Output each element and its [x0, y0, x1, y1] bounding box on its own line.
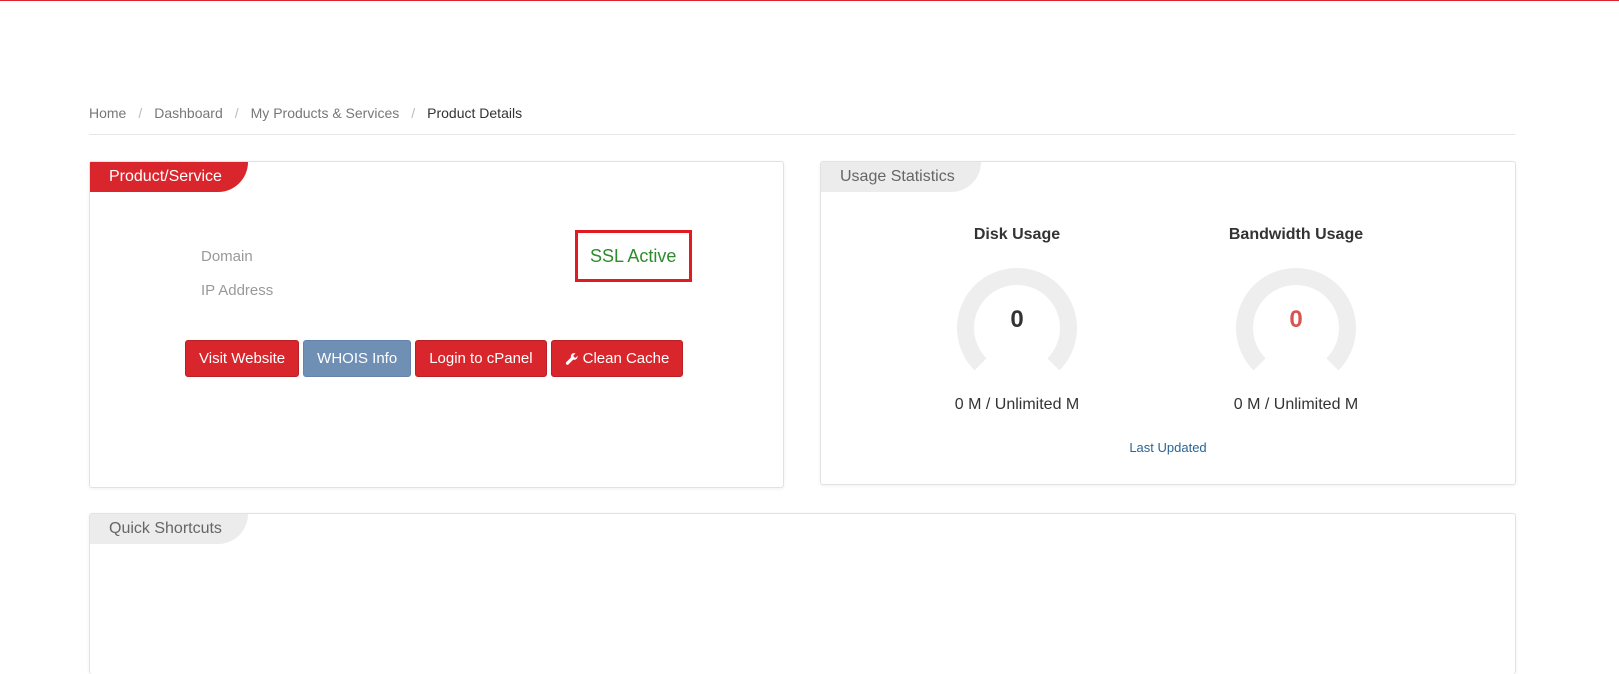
bandwidth-usage-gauge: 0 [1230, 262, 1362, 394]
ip-address-label: IP Address [201, 282, 274, 299]
clean-cache-button[interactable]: Clean Cache [550, 340, 684, 377]
breadcrumb-home[interactable]: Home [89, 105, 126, 121]
breadcrumb-divider [89, 134, 1515, 135]
product-actions: Visit Website WHOIS Info Login to cPanel… [185, 340, 684, 377]
breadcrumb-current: Product Details [427, 105, 523, 121]
quick-shortcuts-panel: Quick Shortcuts [89, 513, 1516, 674]
login-cpanel-button[interactable]: Login to cPanel [415, 340, 547, 377]
disk-usage-section: Disk Usage 0 0 M / Unlimited M [897, 226, 1137, 414]
usage-statistics-panel: Usage Statistics Disk Usage 0 0 M / Unli… [820, 161, 1516, 485]
disk-usage-value: 0 [1010, 306, 1024, 333]
usage-statistics-title: Usage Statistics [821, 162, 981, 192]
breadcrumb-products-services[interactable]: My Products & Services [251, 105, 400, 121]
visit-website-button[interactable]: Visit Website [185, 340, 300, 377]
bandwidth-usage-value: 0 [1289, 306, 1303, 333]
breadcrumb-separator: / [138, 105, 143, 121]
ssl-status: SSL Active [590, 245, 677, 266]
visit-website-label: Visit Website [199, 350, 286, 367]
bandwidth-usage-caption: 0 M / Unlimited M [1233, 396, 1359, 413]
login-cpanel-label: Login to cPanel [429, 350, 533, 367]
disk-usage-caption: 0 M / Unlimited M [954, 396, 1080, 413]
wrench-icon [565, 352, 578, 365]
product-service-title: Product/Service [90, 162, 248, 192]
whois-info-button[interactable]: WHOIS Info [303, 340, 412, 377]
disk-usage-title: Disk Usage [973, 226, 1061, 243]
clean-cache-label: Clean Cache [582, 350, 670, 367]
breadcrumb-dashboard[interactable]: Dashboard [154, 105, 223, 121]
product-service-panel: Product/Service Domain IP Address SSL Ac… [89, 161, 784, 488]
bandwidth-usage-section: Bandwidth Usage 0 0 M / Unlimited M [1176, 226, 1416, 414]
whois-info-label: WHOIS Info [317, 350, 398, 367]
top-accent-line [0, 0, 1619, 1]
breadcrumb-separator: / [411, 105, 416, 121]
bandwidth-usage-title: Bandwidth Usage [1228, 226, 1364, 243]
disk-usage-gauge: 0 [951, 262, 1083, 394]
domain-label: Domain [201, 248, 253, 265]
quick-shortcuts-title: Quick Shortcuts [90, 514, 248, 544]
ssl-status-box: SSL Active [575, 230, 692, 282]
last-updated-link[interactable]: Last Updated [821, 440, 1515, 455]
breadcrumb: Home / Dashboard / My Products & Service… [89, 105, 522, 121]
breadcrumb-separator: / [234, 105, 239, 121]
